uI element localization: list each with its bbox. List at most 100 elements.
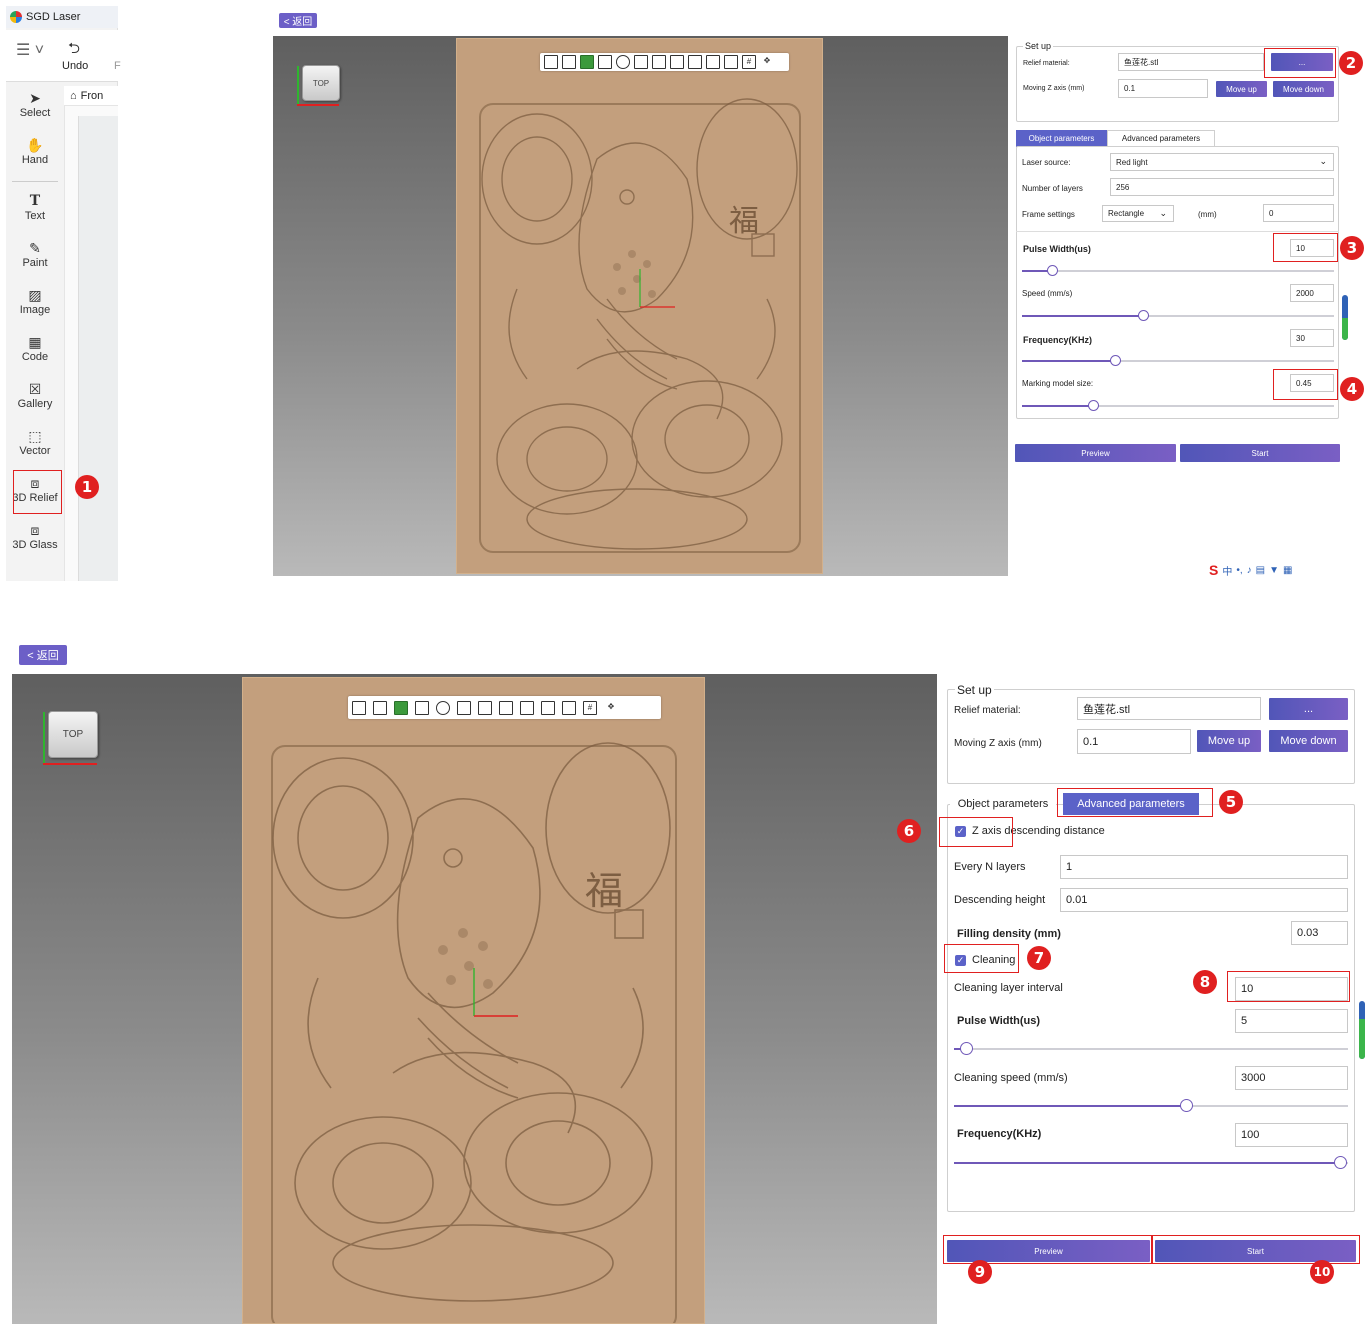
- grid-icon[interactable]: #: [742, 55, 756, 69]
- canvas-sheet[interactable]: [78, 116, 118, 581]
- wireframe-view-icon[interactable]: [415, 700, 429, 715]
- slider-handle[interactable]: [1137, 310, 1149, 321]
- filling-density-label: Filling density (mm): [957, 928, 1061, 940]
- top-view-icon[interactable]: [541, 700, 555, 715]
- filling-density-field[interactable]: 0.03: [1291, 921, 1348, 945]
- every-n-field[interactable]: 1: [1060, 855, 1348, 879]
- view-cube-2[interactable]: TOP: [48, 711, 98, 758]
- cleaning-speed-slider[interactable]: [954, 1099, 1348, 1112]
- app-logo-icon: [10, 11, 22, 23]
- frequency-field[interactable]: 30: [1290, 329, 1334, 347]
- frequency-field-2[interactable]: 100: [1235, 1123, 1348, 1147]
- layers-label: Number of layers: [1022, 184, 1083, 193]
- setup-legend: Set up: [1023, 41, 1054, 51]
- slider-handle[interactable]: [1087, 400, 1099, 411]
- bottom-view-icon[interactable]: [724, 55, 738, 69]
- tool-select[interactable]: ➤ Select: [6, 89, 64, 133]
- tool-gallery[interactable]: ☒ Gallery: [6, 380, 64, 424]
- frame-type-select[interactable]: Rectangle ⌄: [1102, 205, 1174, 222]
- pulse-width-slider[interactable]: [1022, 265, 1334, 276]
- frequency-slider[interactable]: [1022, 355, 1334, 366]
- bottom-view-icon[interactable]: [562, 700, 576, 715]
- right-view-icon[interactable]: [520, 700, 534, 715]
- speed-slider[interactable]: [1022, 310, 1334, 321]
- slider-handle[interactable]: [959, 1042, 973, 1055]
- solid-view-icon[interactable]: [394, 700, 408, 715]
- view-cube[interactable]: TOP: [302, 65, 340, 101]
- 3d-viewport-2[interactable]: TOP 福 # ✥: [12, 674, 937, 1324]
- tool-3d-glass[interactable]: ⧈ 3D Glass: [6, 521, 64, 565]
- move-down-button-2[interactable]: Move down: [1269, 730, 1348, 752]
- tab-object-parameters[interactable]: Object parameters: [1016, 130, 1107, 147]
- pulse-width-slider-2[interactable]: [954, 1042, 1348, 1055]
- tool-text[interactable]: T Text: [6, 192, 64, 236]
- view-toolbar: # ✥: [540, 53, 789, 71]
- layers-field[interactable]: 256: [1110, 178, 1334, 196]
- home-icon: ⌂: [70, 89, 77, 102]
- qr-code-icon: ▦: [28, 334, 42, 350]
- save-as-icon[interactable]: [373, 700, 387, 715]
- tab-object-parameters-2[interactable]: Object parameters: [950, 793, 1056, 815]
- save-icon[interactable]: [352, 700, 366, 715]
- preview-button[interactable]: Preview: [1015, 444, 1176, 462]
- tool-code[interactable]: ▦ Code: [6, 333, 64, 377]
- marking-size-slider[interactable]: [1022, 400, 1334, 411]
- front-view-icon[interactable]: [634, 55, 648, 69]
- tool-hand[interactable]: ✋ Hand: [6, 136, 64, 180]
- browse-button-2[interactable]: ...: [1269, 698, 1348, 720]
- tool-image[interactable]: ▨ Image: [6, 286, 64, 330]
- relief-glyph: 福: [729, 204, 759, 239]
- speed-field[interactable]: 2000: [1290, 284, 1334, 302]
- top-view-icon[interactable]: [706, 55, 720, 69]
- grid-icon[interactable]: #: [583, 700, 597, 715]
- back-view-icon[interactable]: [478, 700, 492, 715]
- undo-button[interactable]: Undo: [62, 60, 88, 72]
- scroll-indicator[interactable]: [1342, 295, 1348, 340]
- start-button[interactable]: Start: [1180, 444, 1340, 462]
- solid-view-icon[interactable]: [580, 55, 594, 69]
- left-view-icon[interactable]: [499, 700, 513, 715]
- apps-icon: ▦: [1282, 564, 1293, 576]
- move-up-button[interactable]: Move up: [1216, 81, 1267, 97]
- cleaning-speed-field[interactable]: 3000: [1235, 1066, 1348, 1090]
- scroll-indicator-fill: [1359, 1019, 1365, 1059]
- slider-handle[interactable]: [1109, 355, 1121, 366]
- relief-material-field-2[interactable]: 鱼莲花.stl: [1077, 697, 1261, 720]
- frequency-slider-2[interactable]: [954, 1156, 1348, 1169]
- move-down-button[interactable]: Move down: [1273, 81, 1334, 97]
- back-button[interactable]: < 返回: [279, 13, 317, 28]
- save-icon[interactable]: [544, 55, 558, 69]
- back-view-icon[interactable]: [652, 55, 666, 69]
- moving-z-field-2[interactable]: 0.1: [1077, 729, 1191, 754]
- pulse-width-field-2[interactable]: 5: [1235, 1009, 1348, 1033]
- tab-advanced-parameters[interactable]: Advanced parameters: [1107, 130, 1215, 147]
- 3d-viewport[interactable]: TOP 福 # ✥: [273, 36, 1008, 576]
- shaded-view-icon[interactable]: [436, 700, 450, 715]
- right-view-icon[interactable]: [688, 55, 702, 69]
- scroll-indicator-2[interactable]: [1359, 1001, 1365, 1059]
- moving-z-field[interactable]: 0.1: [1118, 79, 1208, 98]
- move-icon[interactable]: ✥: [760, 55, 774, 69]
- front-view-icon[interactable]: [457, 700, 471, 715]
- tool-paint[interactable]: ✎ Paint: [6, 239, 64, 283]
- back-button-2[interactable]: < 返回: [19, 645, 67, 665]
- hamburger-menu-icon[interactable]: ☰ ˅: [16, 40, 44, 60]
- microphone-icon: ♪: [1246, 564, 1252, 576]
- shaded-view-icon[interactable]: [616, 55, 630, 69]
- left-view-icon[interactable]: [670, 55, 684, 69]
- relief-carving: 福: [481, 98, 798, 550]
- frame-offset-field[interactable]: 0: [1263, 204, 1334, 222]
- descending-height-field[interactable]: 0.01: [1060, 888, 1348, 912]
- vector-icon: ⬚: [28, 428, 42, 444]
- tool-vector[interactable]: ⬚ Vector: [6, 427, 64, 471]
- cleaning-speed-label: Cleaning speed (mm/s): [954, 1072, 1068, 1084]
- slider-fill: [1022, 315, 1144, 317]
- relief-material-field[interactable]: 鱼莲花.stl: [1118, 53, 1264, 71]
- pulse-width-label: Pulse Width(us): [1023, 244, 1091, 254]
- wireframe-view-icon[interactable]: [598, 55, 612, 69]
- laser-source-select[interactable]: Red light ⌄: [1110, 153, 1334, 171]
- home-tab[interactable]: ⌂ Fron: [64, 86, 118, 106]
- move-icon[interactable]: ✥: [604, 701, 618, 715]
- move-up-button-2[interactable]: Move up: [1197, 730, 1261, 752]
- save-as-icon[interactable]: [562, 55, 576, 69]
